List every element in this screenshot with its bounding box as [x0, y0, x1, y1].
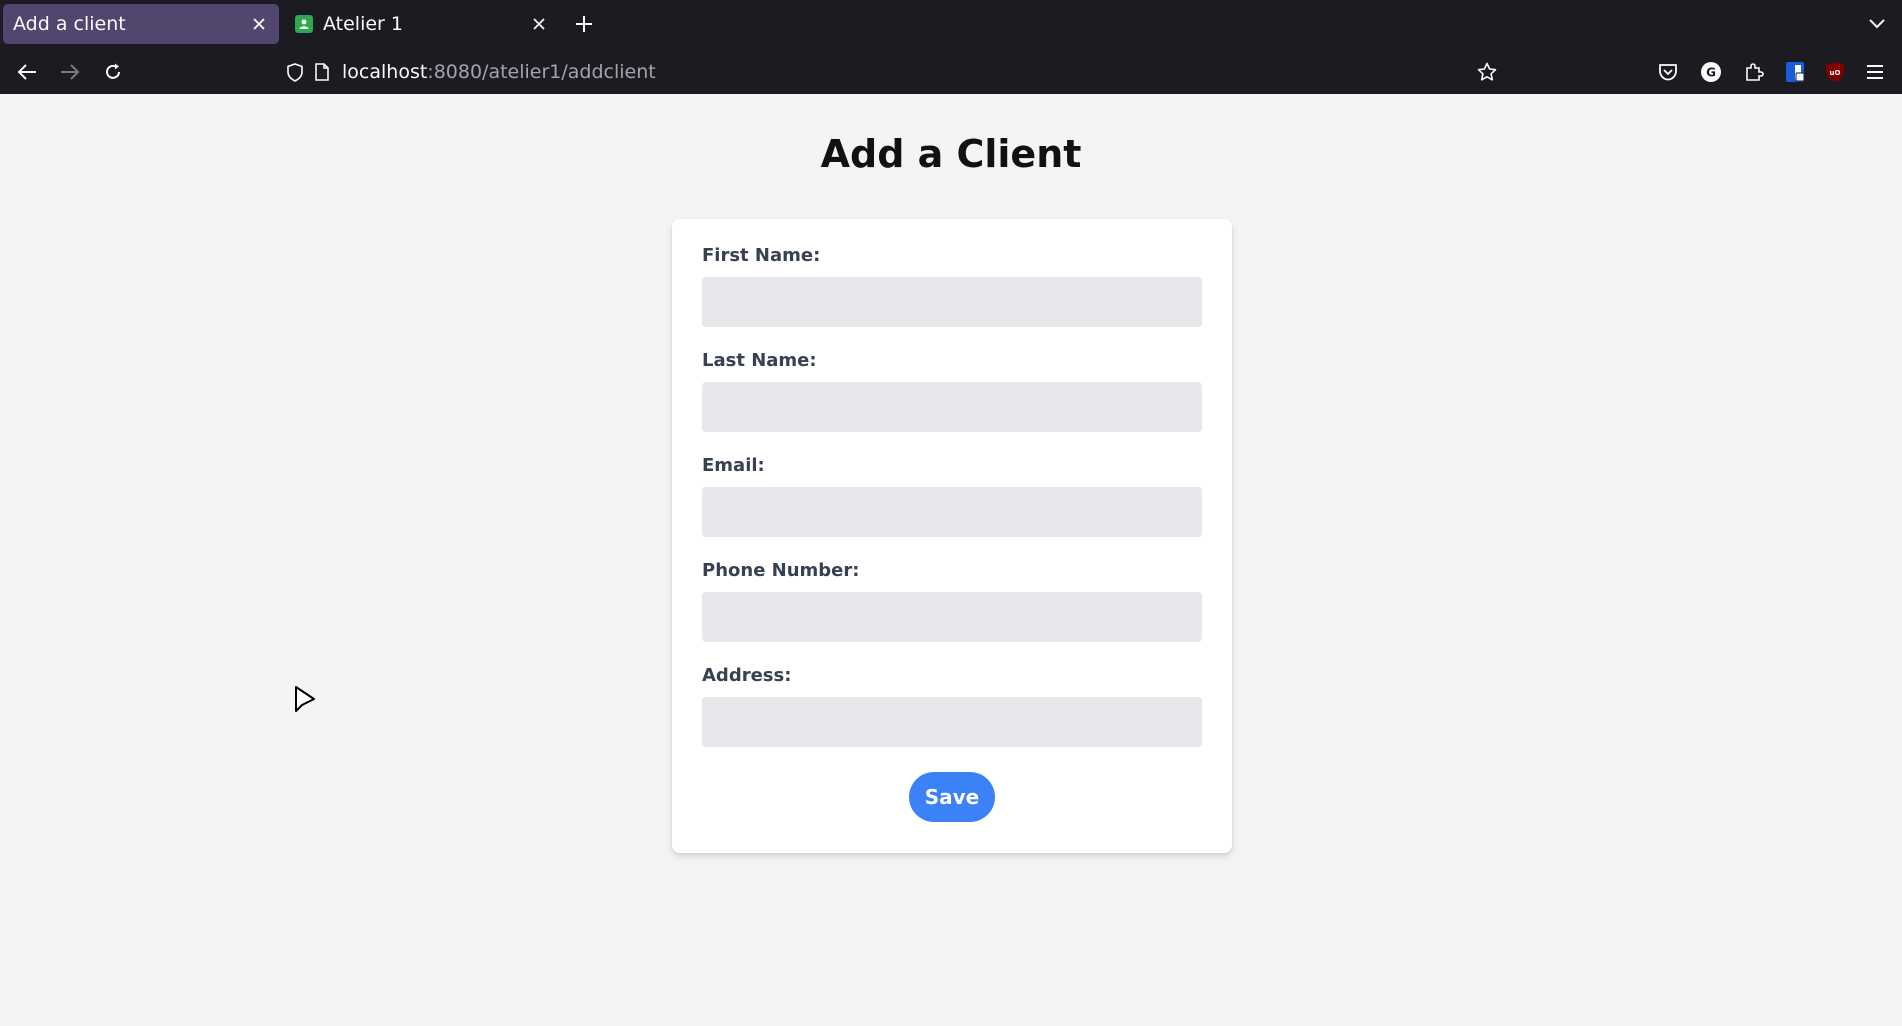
pocket-icon — [1659, 64, 1677, 81]
app-menu-button[interactable] — [1858, 55, 1892, 89]
phone-number-label: Phone Number: — [702, 560, 860, 581]
pocket-button[interactable] — [1651, 55, 1685, 89]
puzzle-icon — [1746, 63, 1764, 81]
chevron-down-icon — [1869, 19, 1885, 29]
grammarly-extension-button[interactable]: G — [1694, 55, 1728, 89]
ublock-shield-icon: uO — [1826, 62, 1844, 82]
grammarly-icon: G — [1701, 62, 1721, 82]
list-all-tabs-button[interactable] — [1862, 8, 1892, 40]
extensions-button[interactable] — [1737, 55, 1771, 89]
back-button[interactable] — [10, 55, 44, 89]
star-icon — [1477, 62, 1497, 81]
email-label: Email: — [702, 455, 765, 476]
ublock-extension-button[interactable]: uO — [1818, 55, 1852, 89]
plus-icon — [576, 16, 592, 32]
reload-icon — [106, 63, 120, 79]
first-name-label: First Name: — [702, 245, 821, 266]
address-bar[interactable]: localhost:8080/atelier1/addclient — [280, 53, 1510, 91]
arrow-right-icon — [61, 64, 80, 80]
url-text: localhost:8080/atelier1/addclient — [342, 61, 656, 83]
tab-title: Add a client — [13, 13, 126, 35]
first-name-input[interactable] — [702, 277, 1202, 327]
bitwarden-extension-button[interactable] — [1778, 55, 1812, 89]
hamburger-icon — [1867, 65, 1883, 79]
save-button[interactable]: Save — [909, 772, 995, 822]
shield-icon[interactable] — [284, 61, 306, 83]
bookmark-button[interactable] — [1470, 55, 1504, 89]
tab-add-a-client[interactable]: Add a client — [3, 4, 279, 44]
email-input[interactable] — [702, 487, 1202, 537]
svg-text:uO: uO — [1830, 69, 1841, 77]
close-tab-icon[interactable] — [525, 10, 553, 38]
address-label: Address: — [702, 665, 792, 686]
address-input[interactable] — [702, 697, 1202, 747]
url-host: localhost — [342, 61, 428, 83]
tab-title: Atelier 1 — [323, 13, 403, 35]
close-tab-icon[interactable] — [245, 10, 273, 38]
last-name-input[interactable] — [702, 382, 1202, 432]
mouse-cursor-icon — [295, 686, 315, 712]
page-viewport: Add a Client First Name: Last Name: Emai… — [0, 94, 1902, 1026]
url-path: :8080/atelier1/addclient — [427, 61, 656, 83]
page-icon[interactable] — [312, 61, 332, 83]
tab-bar: Add a client Atelier 1 — [0, 0, 1902, 49]
tab-atelier-1[interactable]: Atelier 1 — [283, 4, 559, 44]
reload-button[interactable] — [96, 55, 130, 89]
bitwarden-icon — [1786, 62, 1805, 82]
contact-favicon-icon — [295, 15, 313, 33]
page-title: Add a Client — [820, 132, 1082, 176]
navigation-toolbar: localhost:8080/atelier1/addclient G uO — [0, 49, 1902, 94]
new-tab-button[interactable] — [568, 8, 600, 40]
add-client-form: First Name: Last Name: Email: Phone Numb… — [672, 219, 1232, 853]
last-name-label: Last Name: — [702, 350, 817, 371]
phone-number-input[interactable] — [702, 592, 1202, 642]
arrow-left-icon — [17, 64, 36, 80]
forward-button[interactable] — [53, 55, 87, 89]
svg-text:G: G — [1706, 66, 1716, 80]
